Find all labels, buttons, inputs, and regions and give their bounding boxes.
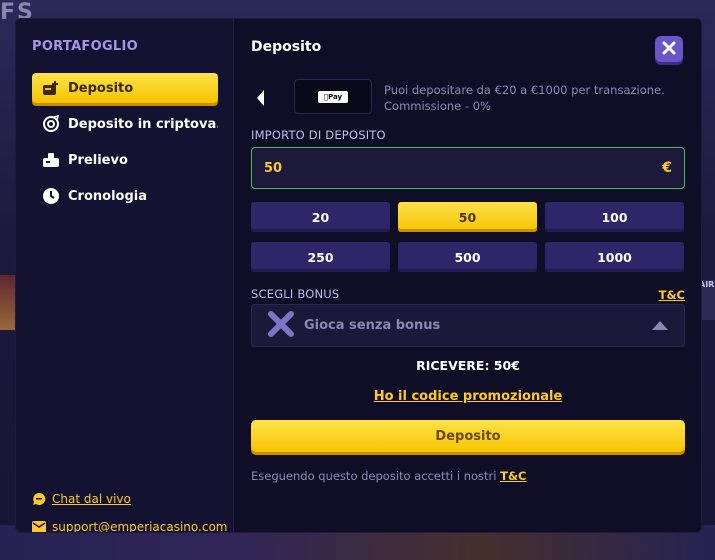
crypto-coin-icon [42, 115, 60, 133]
preset-button-250[interactable]: 250 [251, 242, 390, 272]
caret-up-icon [652, 321, 668, 330]
close-icon [662, 40, 676, 59]
sidebar-item-crypto-deposit[interactable]: Deposito in criptova... [32, 109, 218, 139]
apple-pay-badge: Pay [316, 89, 350, 104]
amount-label: IMPORTO DI DEPOSITO [251, 128, 386, 142]
support-email-label: support@emperiacasino.com [52, 520, 228, 533]
amount-field[interactable]: € [251, 147, 685, 189]
bonus-selected-value: Gioca senza bonus [304, 318, 441, 333]
sidebar-item-label: Deposito in criptova... [68, 116, 218, 132]
chevron-left-icon[interactable] [254, 88, 268, 108]
close-button[interactable] [655, 36, 683, 62]
apple-pay-method-card[interactable]: Pay [294, 79, 372, 114]
live-chat-label: Chat dal vivo [52, 492, 131, 506]
sidebar-item-deposit[interactable]: Deposito [32, 73, 218, 103]
preset-button-50[interactable]: 50 [398, 202, 537, 232]
page-title: Deposito [251, 39, 322, 55]
receive-amount: RICEVERE: 50€ [416, 358, 520, 373]
terms-text: Eseguendo questo deposito accetti i nost… [251, 469, 497, 483]
sidebar-item-withdraw[interactable]: Prelievo [32, 145, 218, 175]
sidebar-item-label: Cronologia [68, 188, 147, 204]
terms-notice: Eseguendo questo deposito accetti i nost… [251, 469, 526, 483]
no-bonus-x-icon [266, 309, 296, 343]
wallet-sidebar: PORTAFOGLIO Deposito Deposito in criptov… [16, 19, 234, 532]
clock-icon [42, 187, 60, 205]
amount-presets: 20 50 100 250 500 1000 [251, 202, 686, 272]
amount-input[interactable] [264, 160, 564, 176]
wallet-modal: PORTAFOGLIO Deposito Deposito in criptov… [15, 18, 702, 533]
currency-symbol: € [662, 160, 672, 176]
commission-text: Commissione - 0% [384, 99, 491, 113]
terms-link[interactable]: T&C [500, 469, 526, 483]
deposit-limits-text: Puoi depositare da €20 a €1000 per trans… [384, 83, 665, 97]
payment-method-row: Pay Puoi depositare da €20 a €1000 per … [251, 79, 691, 117]
live-chat-link[interactable]: Chat dal vivo [32, 492, 131, 506]
background-logo-fragment: FS [0, 0, 35, 20]
deposit-panel: Deposito Pay Puoi depositare da €20 a €… [234, 19, 701, 532]
preset-button-500[interactable]: 500 [398, 242, 537, 272]
preset-button-100[interactable]: 100 [545, 202, 684, 232]
envelope-icon [32, 520, 46, 532]
deposit-submit-button[interactable]: Deposito [251, 420, 685, 452]
sidebar-item-history[interactable]: Cronologia [32, 181, 218, 211]
sidebar-title: PORTAFOGLIO [32, 39, 138, 54]
method-info: Puoi depositare da €20 a €1000 per trans… [384, 82, 665, 114]
chat-bubble-icon [32, 492, 46, 506]
preset-button-1000[interactable]: 1000 [545, 242, 684, 272]
sidebar-item-label: Prelievo [68, 152, 128, 168]
promo-code-link[interactable]: Ho il codice promozionale [251, 389, 685, 404]
wallet-plus-icon [42, 79, 60, 97]
bonus-terms-link[interactable]: T&C [659, 288, 685, 302]
apple-pay-label: Pay [325, 92, 342, 101]
support-email-link[interactable]: support@emperiacasino.com [32, 520, 228, 533]
bonus-label: SCEGLI BONUS [251, 287, 340, 301]
sidebar-item-label: Deposito [68, 80, 134, 96]
withdraw-icon [42, 151, 60, 169]
preset-button-20[interactable]: 20 [251, 202, 390, 232]
bonus-select[interactable]: Gioca senza bonus [251, 304, 685, 347]
